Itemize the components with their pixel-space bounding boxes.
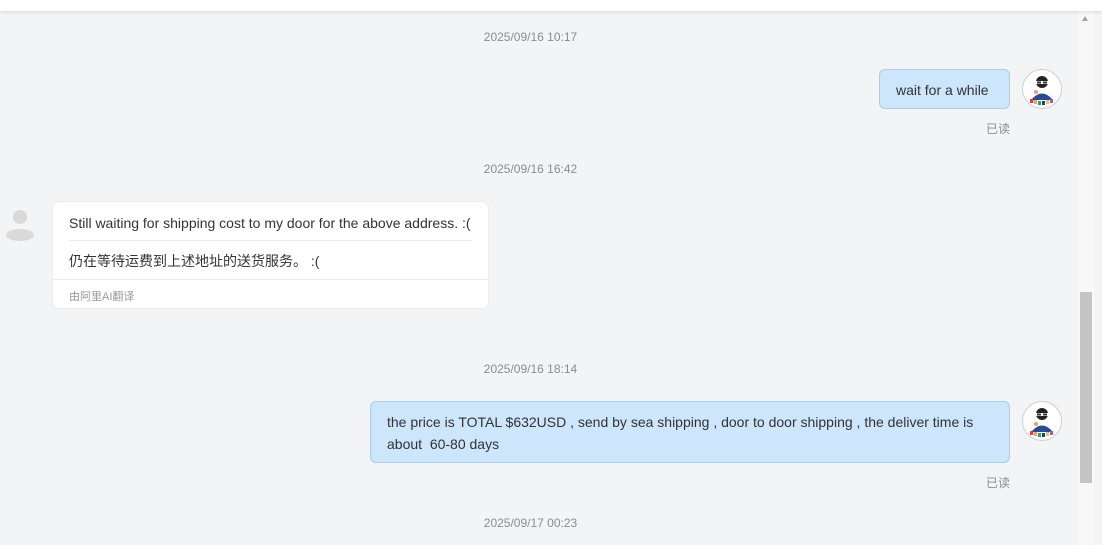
outgoing-message-bubble[interactable]: the price is TOTAL $632USD , send by sea… xyxy=(370,401,1010,463)
message-timestamp: 2025/09/16 16:42 xyxy=(483,162,578,176)
header-bar xyxy=(0,0,1102,11)
chat-window: 2025/09/16 10:17 wait for a while 已读 202… xyxy=(0,0,1102,545)
read-status: 已读 xyxy=(986,476,1011,490)
my-avatar[interactable] xyxy=(1022,401,1062,441)
user-avatar-yunlai-icon xyxy=(1030,76,1053,105)
message-timestamp: 2025/09/16 10:17 xyxy=(483,30,578,44)
my-avatar[interactable] xyxy=(1022,69,1062,109)
message-timestamp: 2025/09/17 00:23 xyxy=(483,516,578,530)
message-text-line: the price is TOTAL $632USD , send by sea… xyxy=(387,414,974,430)
user-avatar-yunlai-icon xyxy=(1030,408,1053,437)
divider xyxy=(69,240,472,241)
message-text: Still waiting for shipping cost to my do… xyxy=(69,215,471,231)
default-user-avatar-icon xyxy=(6,210,34,241)
message-text-line: about 60-80 days xyxy=(387,436,500,452)
buyer-avatar[interactable] xyxy=(3,205,37,241)
outgoing-message-bubble[interactable]: wait for a while xyxy=(879,69,1010,109)
translated-text: 仍在等待运费到上述地址的送货服务。 :( xyxy=(69,253,320,269)
incoming-message-bubble[interactable]: Still waiting for shipping cost to my do… xyxy=(53,202,488,308)
message-text: wait for a while xyxy=(896,82,989,98)
vertical-scrollbar[interactable] xyxy=(1078,11,1094,545)
translation-credit: 由阿里AI翻译 xyxy=(69,291,135,303)
scrollbar-thumb[interactable] xyxy=(1080,292,1092,483)
scroll-up-arrow-icon[interactable] xyxy=(1082,16,1088,21)
message-timestamp: 2025/09/16 18:14 xyxy=(483,362,578,376)
divider xyxy=(53,279,488,280)
read-status: 已读 xyxy=(986,122,1011,136)
